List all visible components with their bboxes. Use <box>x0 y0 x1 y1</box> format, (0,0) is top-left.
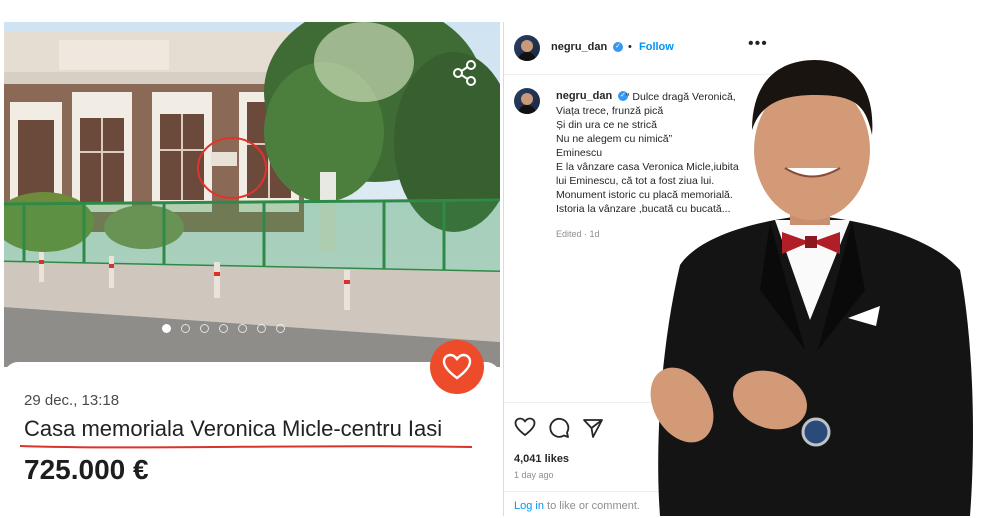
listing-date: 29 dec., 13:18 <box>24 392 120 409</box>
pager-dot[interactable] <box>238 324 247 333</box>
pager-dot[interactable] <box>219 324 228 333</box>
listing-card: 29 dec., 13:18 Casa memoriala Veronica M… <box>4 22 500 516</box>
listing-price: 725.000 € <box>24 454 149 485</box>
favorite-button[interactable] <box>430 340 484 394</box>
share-icon <box>453 60 476 86</box>
heart-icon[interactable] <box>514 417 536 437</box>
listing-title[interactable]: Casa memoriala Veronica Micle-centru Ias… <box>24 416 442 442</box>
send-icon[interactable] <box>582 417 604 439</box>
pager-dot[interactable] <box>181 324 190 333</box>
listing-info: 29 dec., 13:18 Casa memoriala Veronica M… <box>4 362 500 516</box>
pager-dot[interactable] <box>162 324 171 333</box>
login-prompt-text: to like or comment. <box>543 500 640 512</box>
login-link[interactable]: Log in <box>514 500 544 512</box>
edited-timestamp: Edited · 1d <box>556 229 600 239</box>
pager-dot[interactable] <box>200 324 209 333</box>
comment-icon[interactable] <box>548 417 570 439</box>
caption-line: Eminescu <box>556 147 603 159</box>
header-username[interactable]: negru_dan <box>551 41 607 53</box>
avatar[interactable] <box>514 35 540 61</box>
photo-pager[interactable] <box>162 324 285 333</box>
house-photo-illustration <box>4 22 500 367</box>
header-separator: • <box>628 41 632 53</box>
listing-photo[interactable] <box>4 22 500 367</box>
man-in-tuxedo-photo <box>650 60 973 516</box>
like-count[interactable]: 4,041 likes <box>514 453 569 465</box>
caption-avatar[interactable] <box>514 88 540 114</box>
heart-icon <box>442 353 472 380</box>
red-underline-annotation <box>19 445 473 449</box>
post-time: 1 day ago <box>514 470 554 480</box>
verified-badge-icon: ✓ <box>613 42 623 52</box>
share-button[interactable] <box>450 58 480 88</box>
caption-username[interactable]: negru_dan <box>556 90 612 102</box>
pager-dot[interactable] <box>257 324 266 333</box>
pager-dot[interactable] <box>276 324 285 333</box>
